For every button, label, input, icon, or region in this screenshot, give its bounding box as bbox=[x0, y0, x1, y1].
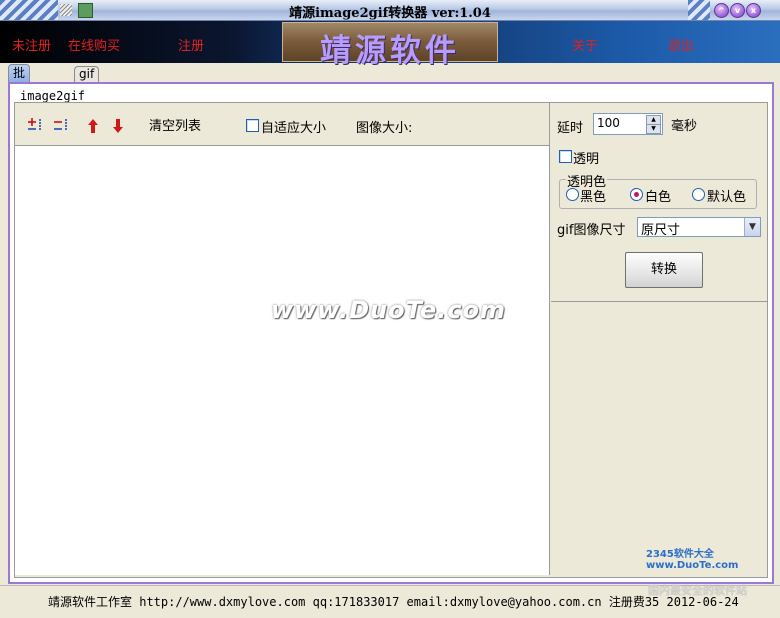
move-down-icon[interactable] bbox=[110, 118, 126, 133]
auto-size-checkbox[interactable] bbox=[246, 119, 259, 132]
add-file-icon[interactable] bbox=[27, 118, 43, 132]
file-list-area: 清空列表 自适应大小 图像大小: www.DuoTe.com bbox=[15, 103, 550, 575]
group-box: 清空列表 自适应大小 图像大小: www.DuoTe.com 延时 100 ▲ … bbox=[14, 102, 768, 578]
clear-list-button[interactable]: 清空列表 bbox=[149, 115, 201, 134]
brand-logo: 靖源软件 bbox=[282, 22, 498, 69]
watermark-text: www.DuoTe.com bbox=[271, 296, 506, 324]
title-bar[interactable]: 靖源image2gif转换器 ver:1.04 ^ v x bbox=[0, 0, 780, 21]
delay-unit: 毫秒 bbox=[671, 119, 698, 134]
radio-default[interactable] bbox=[692, 188, 705, 201]
convert-button[interactable]: 转换 bbox=[625, 252, 703, 288]
status-text: 靖源软件工作室 http://www.dxmylove.com qq:17183… bbox=[48, 595, 739, 609]
menu-exit[interactable]: 退出 bbox=[668, 35, 694, 54]
site-badge: 2345软件大全 www.DuoTe.com bbox=[646, 549, 739, 571]
transparent-color-group: 透明色 黑色 白色 默认色 bbox=[559, 171, 757, 209]
delay-label: 延时 bbox=[557, 121, 584, 136]
main-panel: image2gif 清空列表 自适应大小 图像大小: www.DuoTe.com… bbox=[8, 82, 774, 584]
gif-size-label: gif图像尺寸 bbox=[557, 223, 626, 238]
list-toolbar: 清空列表 自适应大小 图像大小: bbox=[15, 103, 549, 146]
move-up-icon[interactable] bbox=[85, 118, 101, 133]
transparent-label: 透明 bbox=[573, 152, 600, 167]
radio-white-label: 白色 bbox=[645, 190, 672, 205]
image-size-label: 图像大小: bbox=[356, 121, 413, 136]
radio-white[interactable] bbox=[630, 188, 643, 201]
delay-spinner[interactable]: 100 ▲ ▼ bbox=[593, 113, 663, 135]
radio-black[interactable] bbox=[566, 188, 579, 201]
menu-register[interactable]: 注册 bbox=[178, 35, 204, 54]
brand-logo-text: 靖源软件 bbox=[320, 33, 460, 69]
settings-box: 延时 100 ▲ ▼ 毫秒 透明 透明色 黑色 白色 默认色 gif图像尺寸 原… bbox=[551, 103, 767, 302]
remove-file-icon[interactable] bbox=[53, 118, 69, 132]
maximize-button[interactable]: v bbox=[730, 3, 745, 18]
spin-down-icon[interactable]: ▼ bbox=[646, 124, 661, 134]
gif-size-value: 原尺寸 bbox=[641, 223, 681, 238]
radio-black-label: 黑色 bbox=[580, 190, 607, 205]
chevron-down-icon[interactable]: ▼ bbox=[744, 218, 760, 236]
radio-default-label: 默认色 bbox=[707, 190, 747, 205]
auto-size-label: 自适应大小 bbox=[261, 121, 327, 136]
group-title: image2gif bbox=[20, 89, 86, 103]
file-list[interactable]: www.DuoTe.com bbox=[15, 146, 549, 575]
transparent-checkbox[interactable] bbox=[559, 150, 572, 163]
minimize-button[interactable]: ^ bbox=[714, 3, 729, 18]
menu-unregistered[interactable]: 未注册 bbox=[12, 35, 51, 54]
window-title: 靖源image2gif转换器 ver:1.04 bbox=[289, 6, 491, 21]
menu-bar: 未注册 在线购买 注册 靖源软件 关于 退出 bbox=[0, 21, 780, 69]
tab-batch-convert[interactable]: 批量转换 bbox=[8, 64, 31, 131]
delay-value: 100 bbox=[597, 116, 620, 130]
title-bar-grip-right bbox=[688, 0, 710, 20]
menu-buy-online[interactable]: 在线购买 bbox=[68, 35, 120, 54]
settings-area: 延时 100 ▲ ▼ 毫秒 透明 透明色 黑色 白色 默认色 gif图像尺寸 原… bbox=[551, 103, 767, 575]
menu-about[interactable]: 关于 bbox=[572, 35, 598, 54]
site-badge-slogan: 国内最安全的软件站 bbox=[648, 584, 747, 597]
tab-gif-split[interactable]: gif分解 bbox=[74, 66, 100, 111]
gif-size-select[interactable]: 原尺寸 ▼ bbox=[637, 217, 761, 238]
close-button[interactable]: x bbox=[746, 3, 761, 18]
